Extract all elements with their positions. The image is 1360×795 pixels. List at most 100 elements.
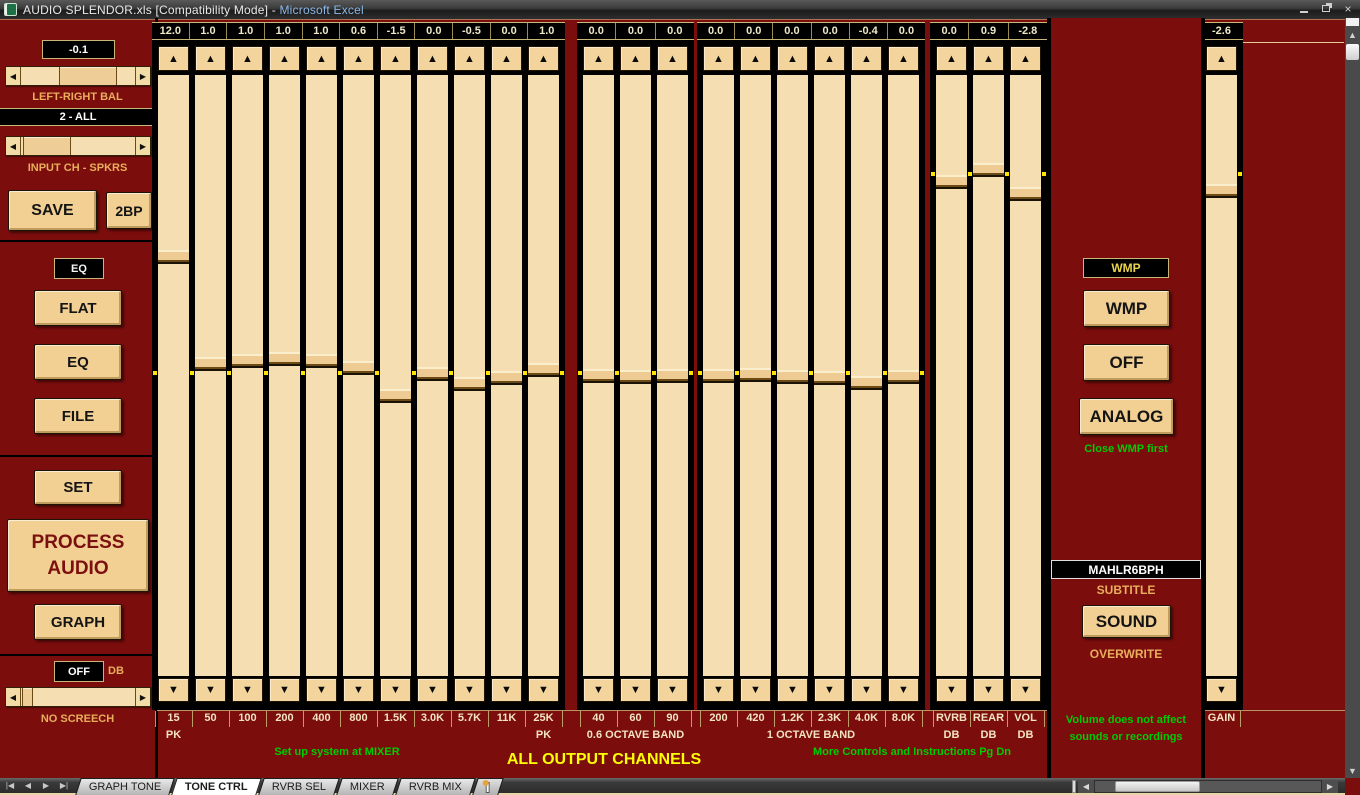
- slider-track[interactable]: [528, 75, 559, 676]
- slider-up-button[interactable]: ▲: [740, 46, 771, 71]
- off-button[interactable]: OFF: [1083, 344, 1170, 381]
- slider-track[interactable]: [343, 75, 374, 676]
- sheet-tab-rvrb-mix[interactable]: RVRB MIX: [395, 778, 476, 795]
- slider-track[interactable]: [380, 75, 411, 676]
- slider-up-button[interactable]: ▲: [306, 46, 337, 71]
- tab-split-handle[interactable]: [1072, 780, 1076, 793]
- slider-up-button[interactable]: ▲: [936, 46, 967, 71]
- prev-sheet-icon[interactable]: ◀: [20, 779, 36, 792]
- balance-scrollbar-thumb[interactable]: [59, 67, 117, 85]
- slider-down-button[interactable]: ▼: [343, 678, 374, 702]
- slider-up-button[interactable]: ▲: [454, 46, 485, 71]
- slider-track[interactable]: [1206, 75, 1237, 676]
- close-button[interactable]: ×: [1340, 1, 1356, 16]
- slider-down-button[interactable]: ▼: [620, 678, 651, 702]
- input-channel-scrollbar[interactable]: ◀ ▶: [5, 136, 151, 156]
- set-button[interactable]: SET: [34, 470, 122, 505]
- slider-down-button[interactable]: ▼: [454, 678, 485, 702]
- wmp-button[interactable]: WMP: [1083, 290, 1170, 327]
- hscroll-right-icon[interactable]: ▶: [1322, 780, 1338, 793]
- slider-track[interactable]: [195, 75, 226, 676]
- insert-worksheet-tab[interactable]: [472, 778, 504, 795]
- next-sheet-icon[interactable]: ▶: [38, 779, 54, 792]
- slider-thumb[interactable]: [1206, 184, 1237, 196]
- slider-up-button[interactable]: ▲: [417, 46, 448, 71]
- slider-track[interactable]: [936, 75, 967, 676]
- slider-thumb[interactable]: [888, 370, 919, 382]
- 2bp-button[interactable]: 2BP: [106, 192, 152, 229]
- slider-down-button[interactable]: ▼: [269, 678, 300, 702]
- slider-thumb[interactable]: [195, 357, 226, 369]
- screech-scrollbar-track[interactable]: [21, 688, 135, 706]
- slider-track[interactable]: [232, 75, 263, 676]
- slider-up-button[interactable]: ▲: [491, 46, 522, 71]
- slider-down-button[interactable]: ▼: [936, 678, 967, 702]
- slider-down-button[interactable]: ▼: [973, 678, 1004, 702]
- slider-up-button[interactable]: ▲: [380, 46, 411, 71]
- slider-thumb[interactable]: [343, 361, 374, 373]
- slider-down-button[interactable]: ▼: [491, 678, 522, 702]
- slider-thumb[interactable]: [1010, 187, 1041, 199]
- minimize-button[interactable]: [1296, 1, 1312, 16]
- slider-up-button[interactable]: ▲: [888, 46, 919, 71]
- slider-up-button[interactable]: ▲: [814, 46, 845, 71]
- slider-up-button[interactable]: ▲: [777, 46, 808, 71]
- slider-track[interactable]: [306, 75, 337, 676]
- input-scrollbar-thumb[interactable]: [23, 137, 71, 155]
- slider-up-button[interactable]: ▲: [232, 46, 263, 71]
- slider-down-button[interactable]: ▼: [1010, 678, 1041, 702]
- hscroll-left-icon[interactable]: ◀: [1078, 780, 1094, 793]
- vscroll-down-icon[interactable]: ▼: [1345, 764, 1360, 778]
- slider-thumb[interactable]: [703, 369, 734, 381]
- slider-up-button[interactable]: ▲: [703, 46, 734, 71]
- file-button[interactable]: FILE: [34, 398, 122, 434]
- hscroll-thumb[interactable]: [1115, 781, 1200, 792]
- vscroll-up-icon[interactable]: ▲: [1345, 28, 1360, 42]
- slider-down-button[interactable]: ▼: [1206, 678, 1237, 702]
- balance-scrollbar-track[interactable]: [21, 67, 135, 85]
- input-scrollbar-track[interactable]: [21, 137, 135, 155]
- slider-thumb[interactable]: [380, 389, 411, 401]
- slider-thumb[interactable]: [936, 175, 967, 187]
- sheet-tab-mixer[interactable]: MIXER: [337, 778, 399, 795]
- slider-track[interactable]: [454, 75, 485, 676]
- slider-thumb[interactable]: [777, 370, 808, 382]
- slider-up-button[interactable]: ▲: [269, 46, 300, 71]
- slider-thumb[interactable]: [491, 371, 522, 383]
- scroll-right-icon[interactable]: ▶: [135, 688, 150, 706]
- analog-button[interactable]: ANALOG: [1079, 398, 1174, 435]
- slider-down-button[interactable]: ▼: [195, 678, 226, 702]
- scroll-right-icon[interactable]: ▶: [135, 67, 150, 85]
- slider-down-button[interactable]: ▼: [851, 678, 882, 702]
- slider-up-button[interactable]: ▲: [1206, 46, 1237, 71]
- sheet-tab-rvrb-sel[interactable]: RVRB SEL: [258, 778, 340, 795]
- slider-up-button[interactable]: ▲: [620, 46, 651, 71]
- last-sheet-icon[interactable]: ▶|: [56, 779, 72, 792]
- scroll-left-icon[interactable]: ◀: [6, 137, 21, 155]
- screech-scrollbar-thumb[interactable]: [22, 688, 33, 706]
- process-audio-button[interactable]: PROCESS AUDIO: [7, 519, 149, 592]
- slider-thumb[interactable]: [814, 371, 845, 383]
- slider-thumb[interactable]: [657, 369, 688, 381]
- slider-down-button[interactable]: ▼: [158, 678, 189, 702]
- slider-up-button[interactable]: ▲: [1010, 46, 1041, 71]
- slider-thumb[interactable]: [269, 352, 300, 364]
- slider-down-button[interactable]: ▼: [657, 678, 688, 702]
- slider-thumb[interactable]: [454, 377, 485, 389]
- vscroll-thumb[interactable]: [1346, 44, 1359, 60]
- slider-up-button[interactable]: ▲: [973, 46, 1004, 71]
- scroll-right-icon[interactable]: ▶: [135, 137, 150, 155]
- slider-up-button[interactable]: ▲: [343, 46, 374, 71]
- slider-thumb[interactable]: [620, 370, 651, 382]
- horizontal-scrollbar[interactable]: ◀ ▶: [1072, 779, 1338, 794]
- slider-down-button[interactable]: ▼: [417, 678, 448, 702]
- slider-down-button[interactable]: ▼: [306, 678, 337, 702]
- sound-button[interactable]: SOUND: [1082, 605, 1171, 638]
- slider-thumb[interactable]: [306, 354, 337, 366]
- slider-thumb[interactable]: [851, 376, 882, 388]
- scroll-left-icon[interactable]: ◀: [6, 67, 21, 85]
- eq-button[interactable]: EQ: [34, 344, 122, 380]
- slider-down-button[interactable]: ▼: [777, 678, 808, 702]
- slider-thumb[interactable]: [973, 163, 1004, 175]
- slider-thumb[interactable]: [528, 363, 559, 375]
